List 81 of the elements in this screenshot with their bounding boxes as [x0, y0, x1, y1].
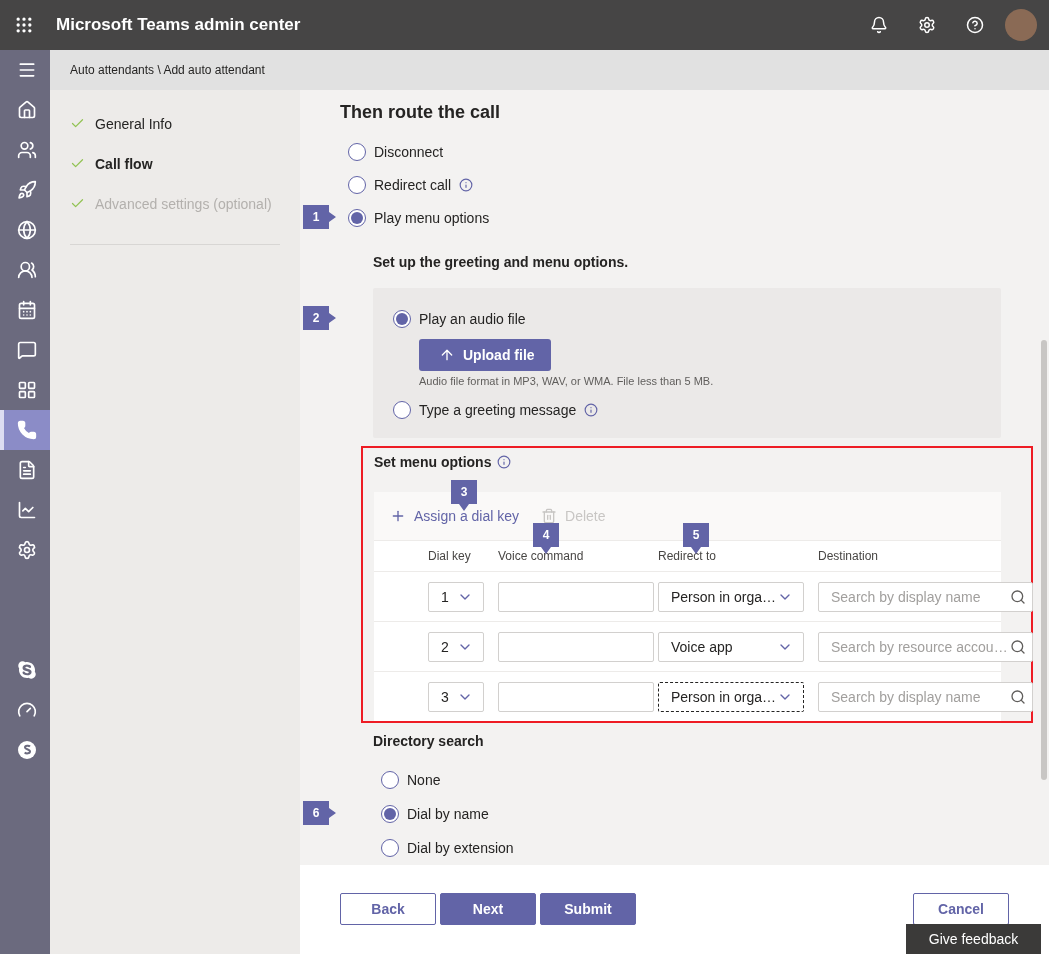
menu-icon [17, 60, 37, 80]
radio-button[interactable] [393, 309, 411, 328]
redirect-dropdown[interactable]: Person in orga… [658, 681, 804, 712]
radio-button[interactable] [348, 175, 366, 194]
add-button[interactable]: Assign a dial key [390, 508, 520, 524]
info-icon[interactable] [497, 455, 512, 469]
help-icon[interactable] [966, 16, 984, 34]
step-callout: 6 [303, 801, 337, 825]
skype-icon [17, 660, 37, 680]
voice-command-field[interactable] [498, 681, 654, 712]
option-label: Disconnect [374, 143, 444, 160]
phone-icon [17, 420, 37, 440]
redirect-dropdown[interactable]: Person in orga… [658, 581, 804, 612]
radio-button[interactable] [381, 771, 399, 789]
search-icon [1010, 688, 1026, 705]
dial-key-dropdown[interactable]: 3 [428, 681, 484, 712]
cancel-button[interactable]: Cancel [913, 893, 1009, 925]
subsection-heading: Set menu options [374, 454, 492, 470]
column-header: Destination [818, 549, 879, 563]
wizard-step[interactable]: General Info [95, 114, 173, 134]
step-callout: 3 [451, 480, 477, 511]
home-icon [17, 100, 37, 120]
skype-icon [17, 740, 37, 760]
app-launcher-icon[interactable] [14, 15, 34, 35]
wizard-step[interactable]: Call flow [95, 154, 153, 174]
voice-command-field[interactable] [498, 581, 654, 612]
option-label: Play an audio file [419, 310, 526, 327]
radio-button[interactable] [381, 805, 399, 823]
option-label: Redirect call [374, 176, 452, 193]
app-title: Microsoft Teams admin center [56, 15, 302, 35]
search-field[interactable]: Search by resource accou… [818, 631, 1033, 662]
settings-icon[interactable] [918, 16, 936, 34]
chart-icon [17, 500, 37, 520]
calendar-icon [17, 300, 37, 320]
globe-icon [17, 220, 37, 240]
radio-button[interactable] [381, 839, 399, 857]
rocket-icon [17, 180, 37, 200]
info-icon[interactable] [584, 402, 599, 417]
voice-command-field[interactable] [498, 631, 654, 662]
info-icon[interactable] [459, 177, 474, 192]
step-callout: 2 [303, 306, 337, 330]
nav-item[interactable] [0, 410, 50, 450]
redirect-dropdown[interactable]: Voice app [658, 631, 804, 662]
dial-key-dropdown[interactable]: 1 [428, 581, 484, 612]
primary-button[interactable]: Next [440, 893, 536, 925]
search-field[interactable]: Search by display name [818, 581, 1033, 612]
settings-icon [17, 540, 37, 560]
subsection-heading: Set up the greeting and menu options. [373, 254, 630, 270]
radio-button[interactable] [348, 142, 366, 161]
option-label: None [407, 772, 441, 788]
radio-button[interactable] [393, 400, 411, 419]
users-icon [17, 260, 37, 280]
dial-key-dropdown[interactable]: 2 [428, 631, 484, 662]
plus-icon [390, 508, 406, 524]
apps-icon [17, 380, 37, 400]
radio-button[interactable] [348, 208, 366, 227]
step-callout: 1 [303, 205, 337, 229]
option-label: Dial by extension [407, 840, 514, 856]
breadcrumb[interactable]: Auto attendants \ Add auto attendant [50, 50, 1049, 90]
upload-button[interactable]: Upload file [419, 339, 551, 371]
primary-button[interactable]: Submit [540, 893, 636, 925]
option-label: Type a greeting message [419, 401, 577, 418]
bell-icon[interactable] [870, 16, 888, 34]
column-header: Dial key [428, 549, 471, 563]
subsection-heading: Directory search [373, 733, 485, 749]
gauge-icon [17, 700, 37, 720]
search-icon [1010, 588, 1026, 605]
step-callout: 4 [533, 523, 559, 554]
search-icon [1010, 638, 1026, 655]
chat-icon [17, 340, 37, 360]
trash-icon [541, 508, 558, 524]
secondary-button[interactable]: Back [340, 893, 436, 925]
scrollbar[interactable] [1041, 340, 1047, 780]
option-label: Dial by name [407, 806, 489, 822]
feedback-button[interactable]: Give feedback [906, 924, 1041, 954]
section-heading: Then route the call [340, 102, 502, 123]
hint-text: Audio file format in MP3, WAV, or WMA. File less than 5 MB. [419, 375, 715, 387]
search-field[interactable]: Search by display name [818, 681, 1033, 712]
people-icon [17, 140, 37, 160]
option-label: Play menu options [374, 209, 490, 226]
document-icon [17, 460, 37, 480]
